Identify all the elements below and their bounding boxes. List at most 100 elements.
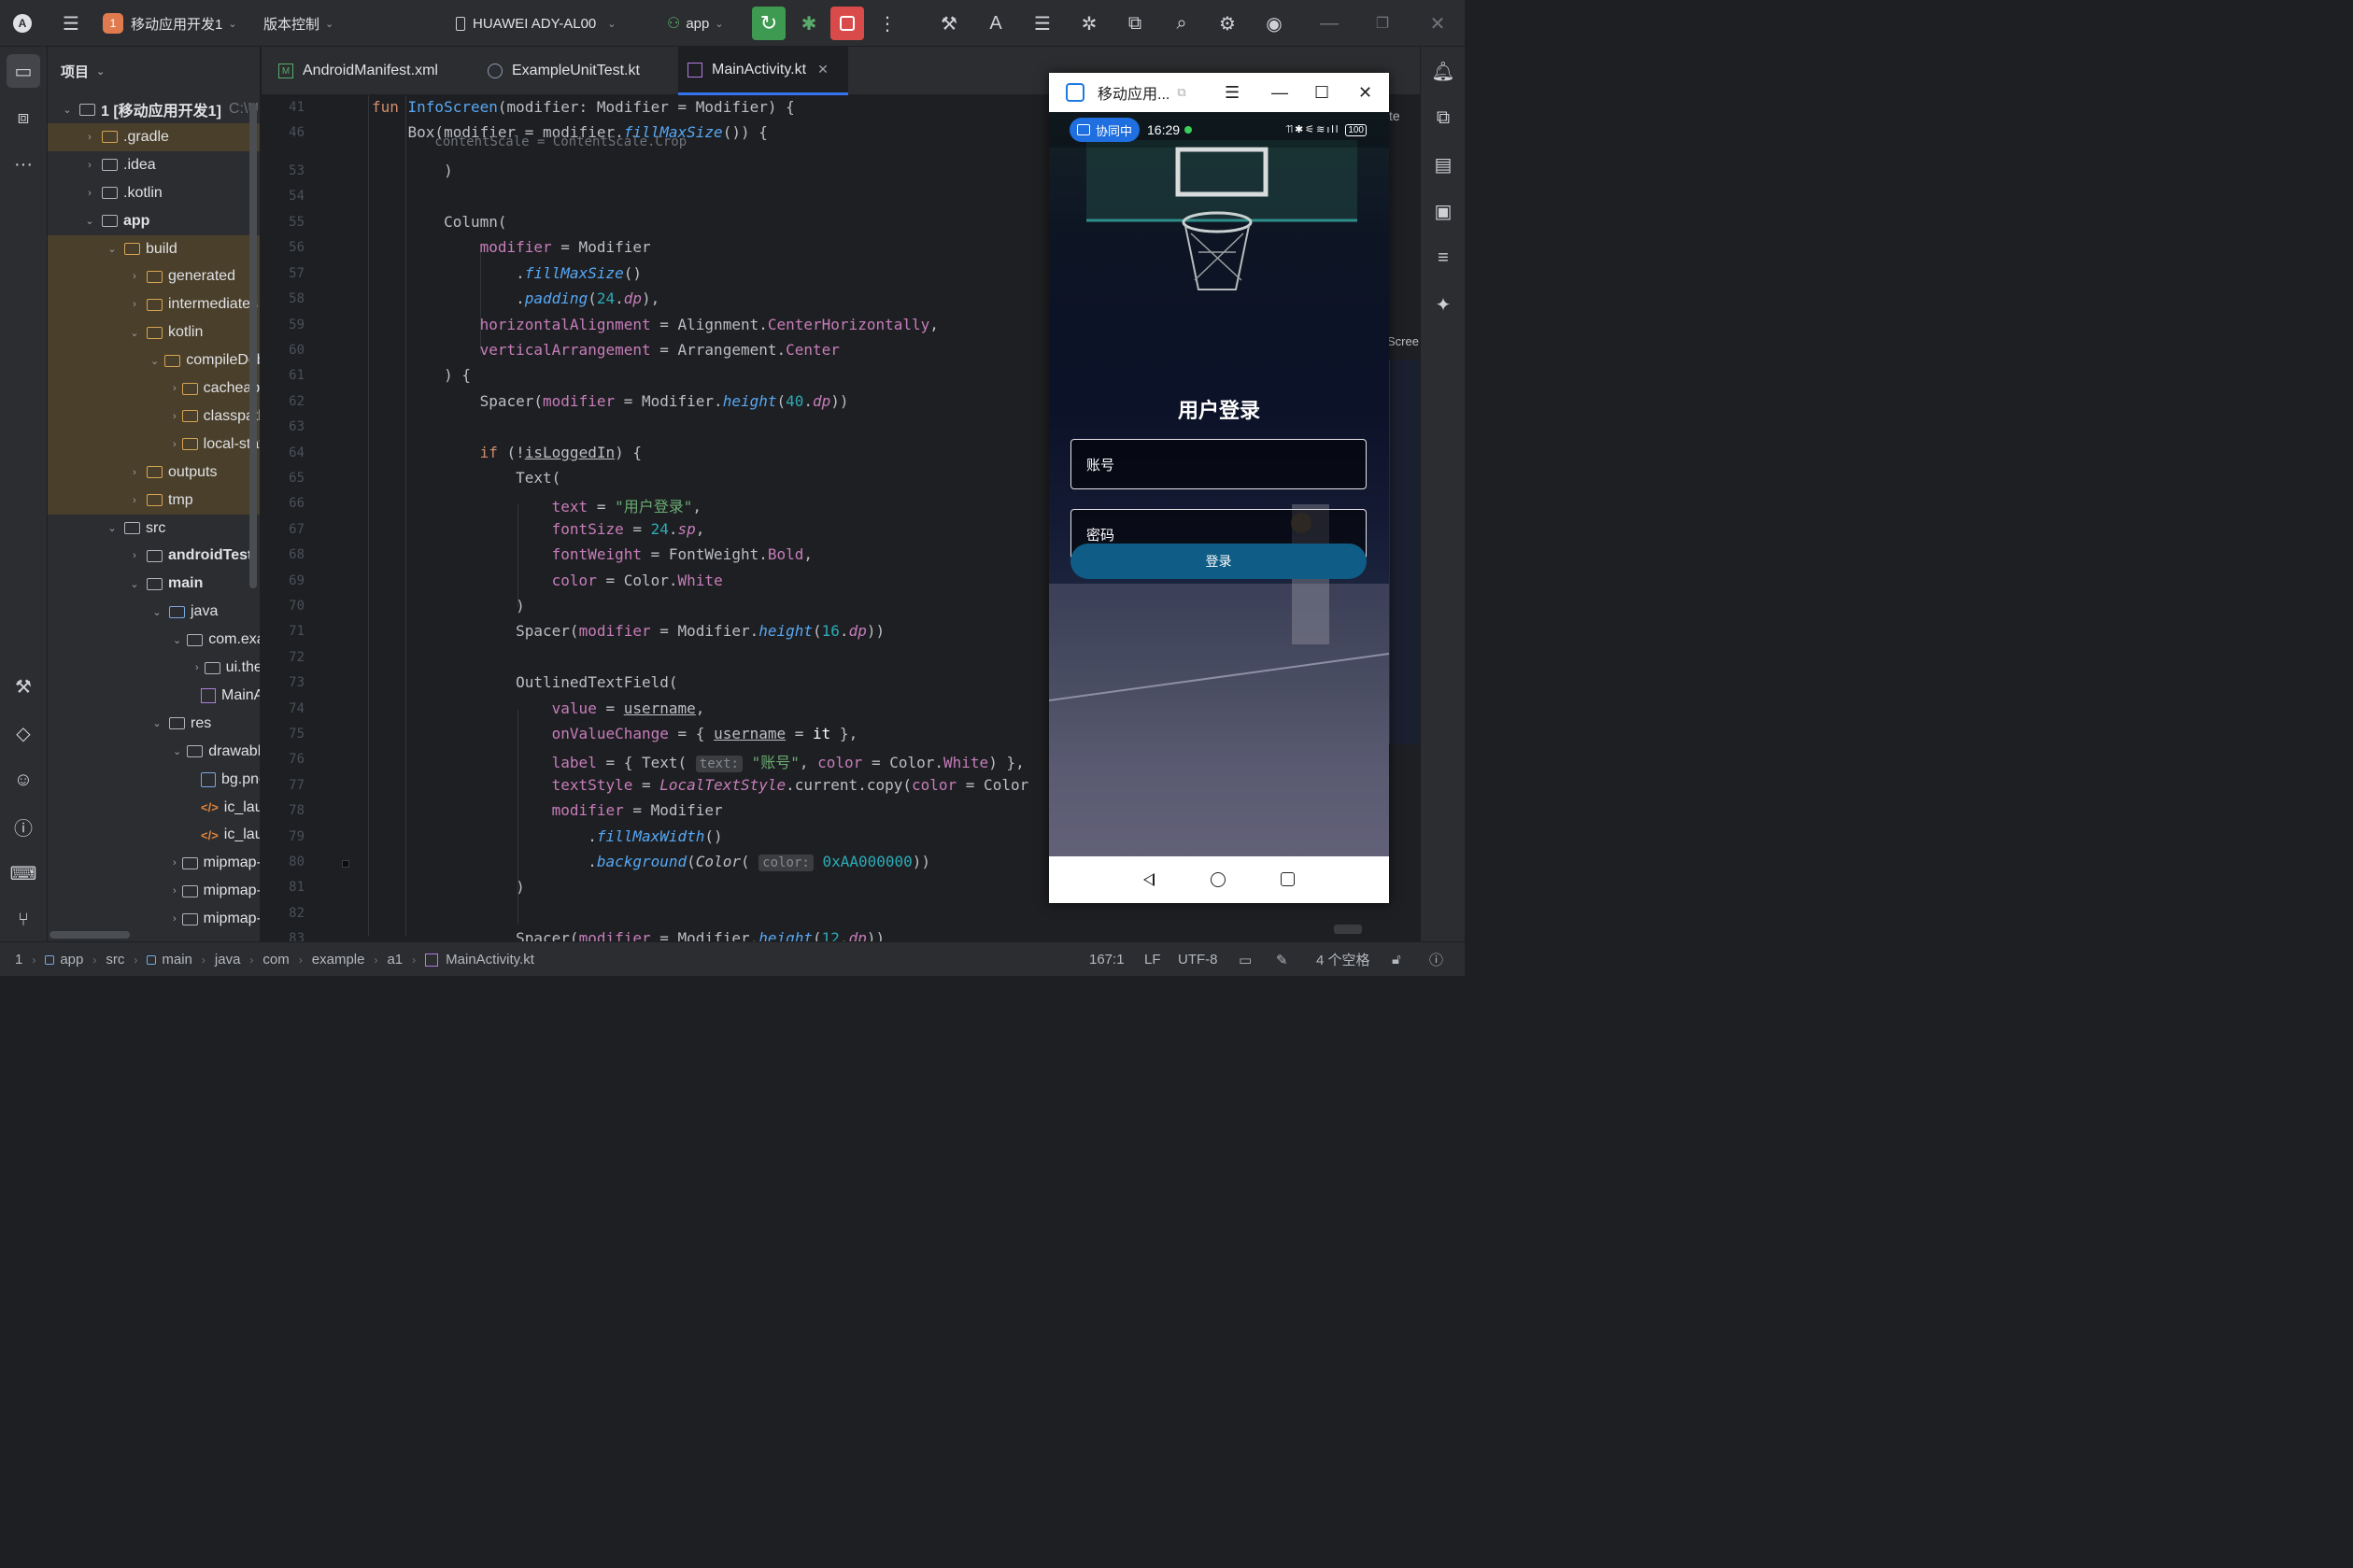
build-button[interactable]: ⚒	[932, 0, 966, 47]
chevron-down-icon[interactable]: ⌄	[173, 745, 181, 757]
gem-tool-button[interactable]: ◇	[7, 716, 40, 750]
tree-item[interactable]: ⌄ src	[48, 515, 260, 543]
logcat-tool-button[interactable]: ☺	[7, 763, 40, 797]
chevron-down-icon[interactable]: ⌄	[128, 327, 141, 339]
project-panel-header[interactable]: 项目 ⌄	[48, 47, 260, 95]
tree-item[interactable]: › .gradle	[48, 122, 260, 151]
restore-button[interactable]: ❐	[1366, 0, 1399, 47]
chevron-down-icon[interactable]: ⌄	[83, 215, 96, 227]
tree-item[interactable]: ⌄compileDebugKotlin	[48, 346, 260, 375]
more-tools-button[interactable]: ···	[7, 148, 40, 181]
chevron-right-icon[interactable]: ›	[128, 271, 141, 282]
project-selector[interactable]: 1 移动应用开发1 ⌄	[103, 0, 237, 47]
breadcrumb-item[interactable]: 1	[15, 952, 22, 968]
run-config-selector[interactable]: ⚇ app ⌄	[667, 0, 724, 47]
translate-button[interactable]: A	[979, 0, 1013, 47]
emu-minimize-button[interactable]: —	[1271, 73, 1288, 112]
chevron-right-icon[interactable]: ›	[128, 495, 141, 506]
tree-scrollbar[interactable]	[249, 103, 257, 588]
tree-item[interactable]: › androidTest	[48, 542, 260, 570]
problems-tool-button[interactable]: ⓘ	[7, 810, 40, 843]
tree-item[interactable]: ⌄ app	[48, 207, 260, 235]
breadcrumb-item[interactable]: main	[162, 952, 192, 968]
terminal-tool-button[interactable]: ⌨	[7, 856, 40, 890]
breadcrumb-item[interactable]: com	[262, 952, 289, 968]
indent-setting[interactable]: 4 个空格	[1316, 942, 1370, 977]
ai-assistant-button[interactable]: ✦	[1426, 288, 1460, 321]
git-tool-button[interactable]: ⑂	[7, 903, 40, 937]
chevron-right-icon[interactable]: ›	[83, 188, 96, 199]
chevron-right-icon[interactable]: ›	[83, 160, 96, 171]
build-tool-button[interactable]: ⚒	[7, 670, 40, 703]
notifications-button[interactable]: 🔔︎	[1426, 54, 1460, 88]
tree-item[interactable]: ⌄ 1 [移动应用开发1] C:\U	[48, 95, 260, 123]
structure-tool-button[interactable]: ⧈	[7, 101, 40, 134]
color-swatch-icon[interactable]	[342, 860, 349, 868]
tree-item[interactable]: › intermediates	[48, 290, 260, 319]
back-icon[interactable]	[1143, 873, 1155, 886]
tree-h-scrollbar[interactable]	[50, 931, 130, 939]
home-icon[interactable]	[1211, 872, 1226, 887]
minimize-button[interactable]: —	[1312, 0, 1346, 47]
chevron-down-icon[interactable]: ⌄	[106, 522, 119, 534]
tree-item[interactable]: › .idea	[48, 151, 260, 179]
sdk-manager-button[interactable]: ✲	[1072, 0, 1106, 47]
tree-item[interactable]: › mipmap-mdpi	[48, 905, 260, 933]
close-button[interactable]: ✕	[1421, 0, 1454, 47]
chevron-down-icon[interactable]: ⌄	[106, 243, 119, 255]
tab-example-unit-test[interactable]: ExampleUnitTest.kt	[478, 47, 649, 95]
code-style-button[interactable]: ✎	[1276, 942, 1288, 977]
tab-main-activity[interactable]: MainActivity.kt ✕	[678, 47, 848, 95]
chevron-right-icon[interactable]: ›	[173, 383, 177, 394]
reader-mode-button[interactable]: ▭	[1239, 942, 1252, 977]
breadcrumb-item[interactable]: MainActivity.kt	[446, 952, 534, 968]
account-button[interactable]: ◉	[1257, 0, 1291, 47]
chevron-down-icon[interactable]: ⌄	[128, 578, 141, 590]
app-logo[interactable]: A	[13, 0, 32, 47]
device-explorer-button[interactable]: ▤	[1426, 148, 1460, 181]
tree-item[interactable]: ›local-state	[48, 430, 260, 459]
breadcrumb-item[interactable]: java	[215, 952, 241, 968]
tree-item[interactable]: bg.png	[48, 766, 260, 794]
chevron-down-icon[interactable]: ⌄	[150, 355, 159, 367]
chevron-right-icon[interactable]: ›	[173, 913, 177, 925]
search-button[interactable]: ⌕	[1165, 0, 1198, 47]
running-devices-button[interactable]: ⧉	[1426, 101, 1460, 134]
tree-item[interactable]: ⌄ java	[48, 598, 260, 626]
tree-item[interactable]: ⌄ kotlin	[48, 318, 260, 347]
chevron-right-icon[interactable]: ›	[128, 467, 141, 478]
tree-item[interactable]: › .kotlin	[48, 179, 260, 207]
sync-status-pill[interactable]: 协同中	[1070, 118, 1141, 142]
tab-android-manifest[interactable]: M AndroidManifest.xml	[269, 47, 447, 95]
vcs-menu[interactable]: 版本控制 ⌄	[263, 0, 333, 47]
chevron-right-icon[interactable]: ›	[173, 885, 177, 897]
tree-item[interactable]: </> ic_launcher_background.xml	[48, 794, 260, 822]
chevron-right-icon[interactable]: ›	[173, 857, 177, 869]
close-icon[interactable]: ✕	[817, 62, 829, 78]
tree-item[interactable]: › ui.theme	[48, 654, 260, 682]
chevron-down-icon[interactable]: ⌄	[150, 606, 163, 618]
debug-button[interactable]: ✱	[792, 0, 826, 47]
chevron-right-icon[interactable]: ›	[173, 439, 177, 450]
recents-icon[interactable]	[1281, 872, 1295, 886]
tree-item[interactable]: › outputs	[48, 458, 260, 487]
emu-close-button[interactable]: ✕	[1358, 73, 1372, 112]
tree-item[interactable]: ⌄ res	[48, 710, 260, 738]
tree-item[interactable]: ⌄ main	[48, 570, 260, 598]
breadcrumb-item[interactable]: a1	[387, 952, 403, 968]
clipboard-button[interactable]: ▣	[1426, 194, 1460, 228]
code-area[interactable]: fun InfoScreen(modifier: Modifier = Modi…	[372, 95, 1054, 941]
file-encoding[interactable]: UTF-8	[1178, 942, 1218, 977]
project-tool-button[interactable]: ▭	[7, 54, 40, 88]
device-selector[interactable]: HUAWEI ADY-AL00 ⌄	[456, 0, 617, 47]
pin-icon[interactable]: ⧉	[1177, 85, 1185, 100]
tree-item[interactable]: ›cacheable	[48, 374, 260, 403]
chevron-right-icon[interactable]: ›	[83, 132, 96, 143]
tree-item[interactable]: › mipmap-anydpi-v26	[48, 849, 260, 877]
structure-button[interactable]: ☰	[1026, 0, 1059, 47]
tree-item[interactable]: ⌄ com.example.a1	[48, 626, 260, 654]
settings-button[interactable]: ⚙	[1211, 0, 1244, 47]
list-tool-button[interactable]: ≡	[1426, 241, 1460, 275]
tree-item[interactable]: ›classpath-snapshot	[48, 402, 260, 431]
chevron-right-icon[interactable]: ›	[173, 411, 177, 422]
